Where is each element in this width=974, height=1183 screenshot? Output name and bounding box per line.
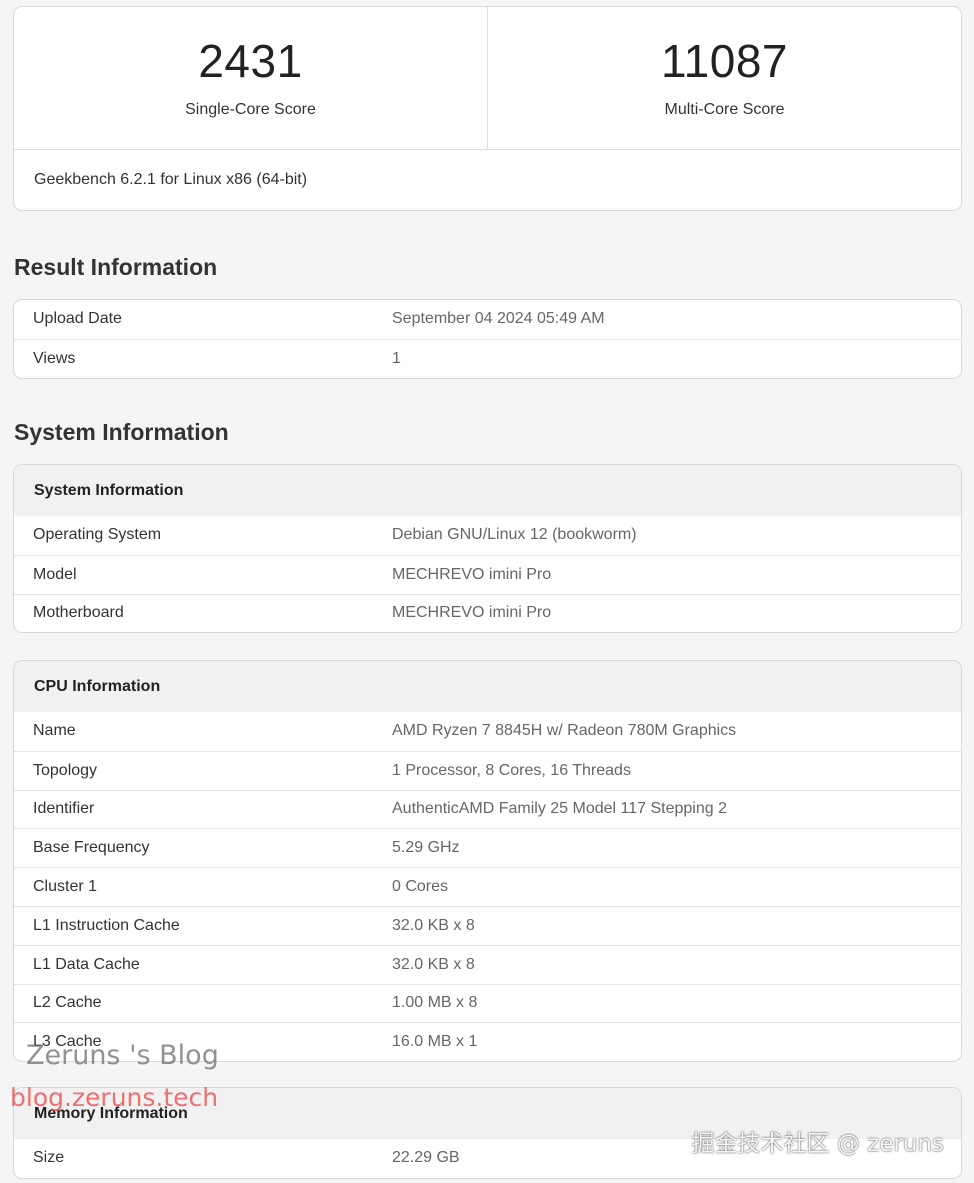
row-key: L2 Cache xyxy=(33,994,102,1012)
row-key: Name xyxy=(33,722,76,740)
table-row: Operating System Debian GNU/Linux 12 (bo… xyxy=(14,516,961,555)
row-key: Base Frequency xyxy=(33,839,150,857)
table-row: Upload Date September 04 2024 05:49 AM xyxy=(14,300,961,339)
single-core-label: Single-Core Score xyxy=(185,101,316,118)
row-key: Operating System xyxy=(33,526,162,544)
row-value: 1.00 MB x 8 xyxy=(392,994,478,1012)
benchmark-version: Geekbench 6.2.1 for Linux x86 (64-bit) xyxy=(34,171,308,188)
row-value: 32.0 KB x 8 xyxy=(392,955,475,973)
row-value: 1 Processor, 8 Cores, 16 Threads xyxy=(392,761,631,779)
single-core-score-box: 2431 Single-Core Score xyxy=(14,7,487,149)
row-key: Motherboard xyxy=(33,604,124,622)
blog-watermark: Zeruns 's Blog xyxy=(26,1040,219,1071)
result-information-table: Upload Date September 04 2024 05:49 AM V… xyxy=(13,299,962,379)
table-row: Identifier AuthenticAMD Family 25 Model … xyxy=(14,789,961,829)
row-value: Debian GNU/Linux 12 (bookworm) xyxy=(392,526,637,544)
table-row: Base Frequency 5.29 GHz xyxy=(14,828,961,867)
table-row: L1 Instruction Cache 32.0 KB x 8 xyxy=(14,905,961,945)
row-key: L1 Data Cache xyxy=(33,955,140,973)
juejin-watermark: 掘金技术社区 @ zeruns xyxy=(691,1131,944,1157)
table-row: Views 1 xyxy=(14,338,961,378)
table-row: Motherboard MECHREVO imini Pro xyxy=(14,593,961,633)
table-row: Model MECHREVO imini Pro xyxy=(14,554,961,594)
result-information-heading: Result Information xyxy=(14,254,218,280)
table-row: L2 Cache 1.00 MB x 8 xyxy=(14,983,961,1023)
row-key: Size xyxy=(33,1149,65,1167)
row-value: 22.29 GB xyxy=(392,1149,460,1167)
table-row: Cluster 1 0 Cores xyxy=(14,867,961,906)
multi-core-score-box: 11087 Multi-Core Score xyxy=(487,7,961,149)
single-core-score: 2431 xyxy=(198,35,303,87)
multi-core-score: 11087 xyxy=(660,35,788,87)
row-key: Cluster 1 xyxy=(33,878,98,896)
row-key: Views xyxy=(33,349,76,367)
table-row: Name AMD Ryzen 7 8845H w/ Radeon 780M Gr… xyxy=(14,712,961,751)
table-header: System Information xyxy=(14,465,961,516)
row-key: L1 Instruction Cache xyxy=(33,916,180,934)
row-value: MECHREVO imini Pro xyxy=(392,604,552,622)
scores-row: 2431 Single-Core Score 11087 Multi-Core … xyxy=(14,7,961,150)
blog-url-watermark: blog.zeruns.tech xyxy=(10,1083,219,1112)
row-key: Model xyxy=(33,565,77,583)
row-value: AuthenticAMD Family 25 Model 117 Steppin… xyxy=(392,800,727,818)
system-information-heading: System Information xyxy=(14,419,229,445)
row-value: 16.0 MB x 1 xyxy=(392,1033,478,1051)
table-row: L1 Data Cache 32.0 KB x 8 xyxy=(14,944,961,984)
row-value: 5.29 GHz xyxy=(392,839,460,857)
score-card: 2431 Single-Core Score 11087 Multi-Core … xyxy=(13,6,962,211)
table-header: CPU Information xyxy=(14,661,961,712)
row-value: 0 Cores xyxy=(392,878,449,896)
row-key: Topology xyxy=(33,761,98,779)
row-value: 1 xyxy=(392,349,401,367)
row-key: Identifier xyxy=(33,800,95,818)
row-value: September 04 2024 05:49 AM xyxy=(392,310,605,328)
table-row: Topology 1 Processor, 8 Cores, 16 Thread… xyxy=(14,750,961,790)
multi-core-label: Multi-Core Score xyxy=(664,101,785,118)
row-value: 32.0 KB x 8 xyxy=(392,916,475,934)
row-value: AMD Ryzen 7 8845H w/ Radeon 780M Graphic… xyxy=(392,722,737,740)
row-key: Upload Date xyxy=(33,310,122,328)
row-value: MECHREVO imini Pro xyxy=(392,565,552,583)
system-information-table: System Information Operating System Debi… xyxy=(13,464,962,634)
cpu-information-table: CPU Information Name AMD Ryzen 7 8845H w… xyxy=(13,660,962,1063)
